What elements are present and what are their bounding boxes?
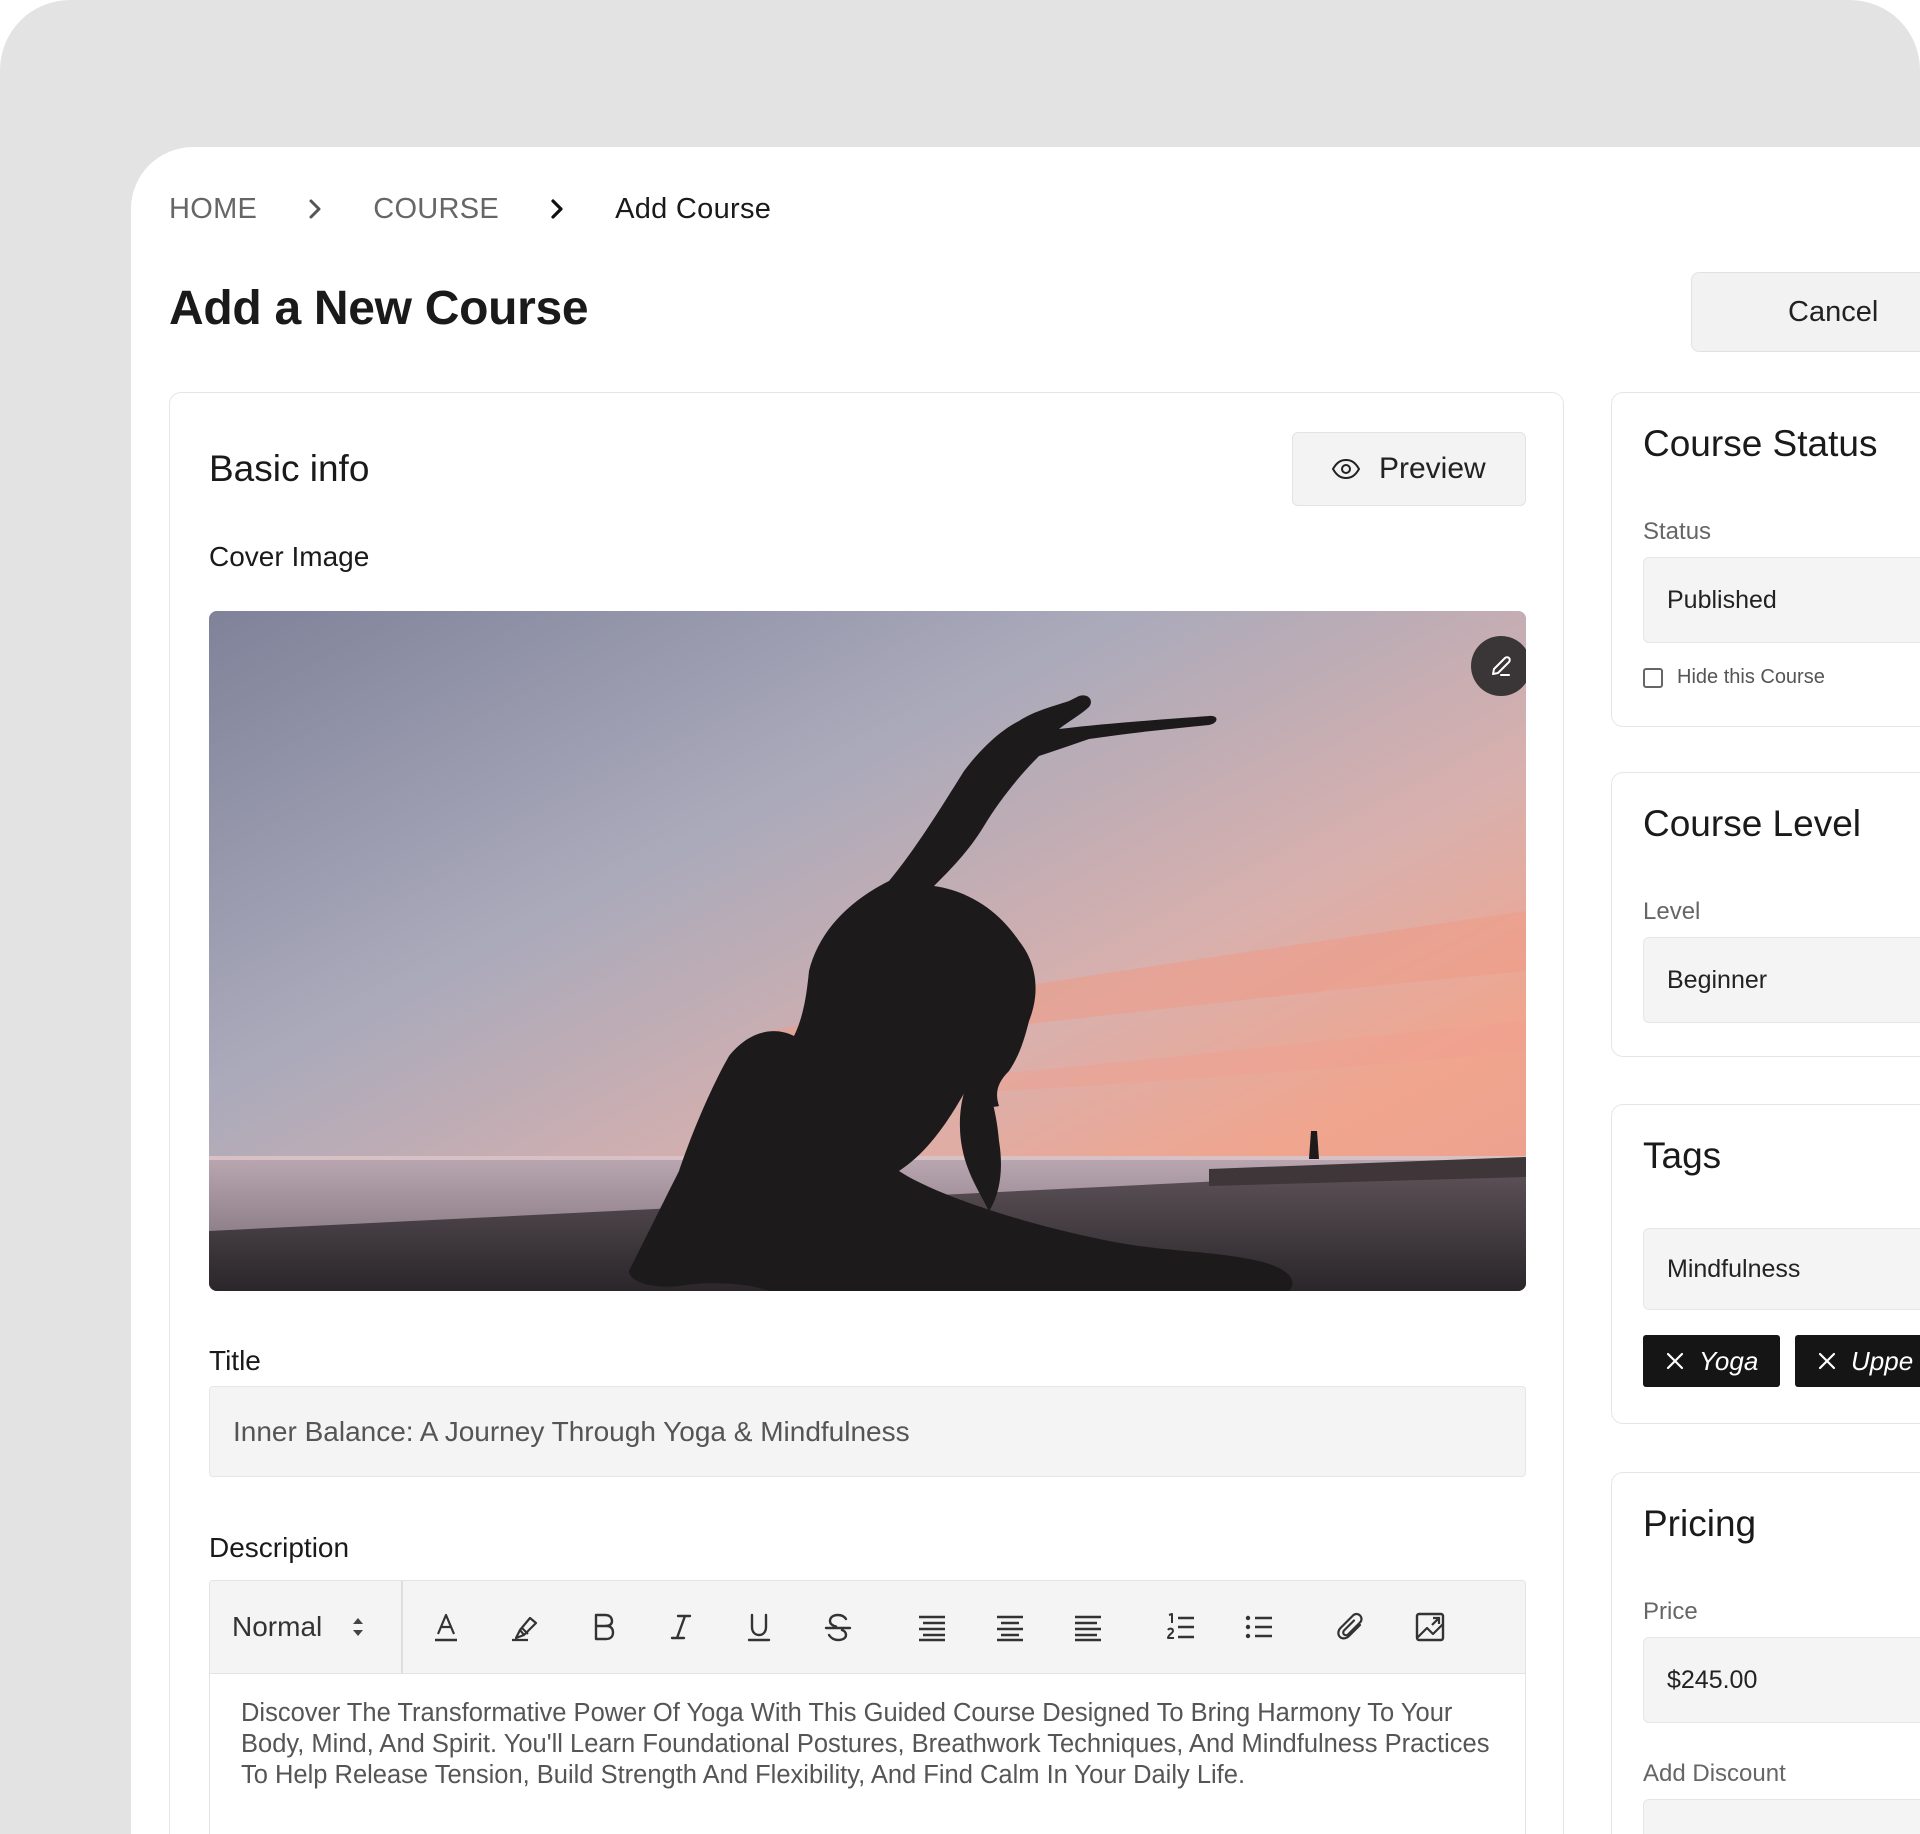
course-level-card: Course Level Level Beginner	[1611, 772, 1920, 1057]
editor-toolbar: Normal	[210, 1581, 1525, 1674]
tags-card: Tags Mindfulness Yoga Uppe	[1611, 1104, 1920, 1424]
app-window: HOME COURSE Add Course Add a New Course …	[131, 147, 1920, 1834]
description-text[interactable]: Discover The Transformative Power Of Yog…	[210, 1674, 1525, 1815]
description-label: Description	[209, 1532, 350, 1563]
title-label: Title	[209, 1345, 261, 1376]
cover-image-label: Cover Image	[209, 541, 370, 572]
tag-input[interactable]: Mindfulness	[1643, 1228, 1920, 1310]
pricing-card: Pricing Price $245.00 Add Discount	[1611, 1472, 1920, 1834]
course-status-card: Course Status Status Published Hide this…	[1611, 392, 1920, 727]
highlight-icon[interactable]	[506, 1608, 544, 1646]
hide-course-row[interactable]: Hide this Course	[1643, 666, 1825, 689]
ordered-list-icon[interactable]	[1162, 1608, 1200, 1646]
insert-image-icon[interactable]	[1411, 1608, 1449, 1646]
align-right-icon[interactable]	[1069, 1608, 1107, 1646]
chevron-right-icon	[299, 198, 331, 220]
close-icon[interactable]	[1665, 1351, 1685, 1371]
breadcrumb-course[interactable]: COURSE	[373, 193, 499, 226]
tag-chip: Uppe	[1795, 1335, 1920, 1387]
text-style-select[interactable]: Normal	[232, 1581, 366, 1673]
bold-icon[interactable]	[584, 1608, 622, 1646]
description-editor: Normal Discover The Transformative Power…	[209, 1580, 1526, 1834]
align-center-icon[interactable]	[991, 1608, 1029, 1646]
hide-course-label: Hide this Course	[1677, 666, 1825, 688]
level-label: Level	[1643, 898, 1701, 925]
page-title: Add a New Course	[169, 282, 589, 335]
level-select[interactable]: Beginner	[1643, 937, 1920, 1023]
tag-chip: Yoga	[1643, 1335, 1781, 1387]
cover-image[interactable]	[209, 611, 1526, 1291]
discount-input[interactable]	[1643, 1799, 1920, 1834]
pencil-icon	[1492, 656, 1511, 676]
underline-icon[interactable]	[740, 1608, 778, 1646]
course-level-heading: Course Level	[1643, 803, 1862, 844]
eye-icon	[1331, 458, 1361, 480]
status-label: Status	[1643, 518, 1712, 545]
basic-info-card: Basic info Preview Cover Image Title Inn…	[169, 392, 1564, 1834]
pricing-heading: Pricing	[1643, 1503, 1757, 1544]
cover-photo	[209, 611, 1526, 1291]
edit-image-button[interactable]	[1471, 636, 1526, 696]
course-title-input[interactable]: Inner Balance: A Journey Through Yoga & …	[209, 1386, 1526, 1477]
add-discount-label: Add Discount	[1643, 1760, 1786, 1787]
text-style-value: Normal	[232, 1611, 323, 1642]
tag-chip-label: Yoga	[1699, 1345, 1759, 1376]
toolbar-divider	[401, 1581, 403, 1673]
strikethrough-icon[interactable]	[819, 1608, 857, 1646]
breadcrumb-current: Add Course	[615, 192, 772, 225]
close-icon[interactable]	[1817, 1351, 1837, 1371]
hide-course-checkbox[interactable]	[1643, 667, 1663, 688]
align-left-icon[interactable]	[913, 1608, 951, 1646]
preview-label: Preview	[1379, 452, 1486, 485]
course-status-heading: Course Status	[1643, 423, 1878, 464]
basic-info-heading: Basic info	[209, 448, 370, 489]
cancel-button[interactable]: Cancel	[1691, 272, 1920, 352]
text-color-icon[interactable]	[427, 1608, 465, 1646]
breadcrumb-home[interactable]: HOME	[169, 193, 257, 226]
italic-icon[interactable]	[662, 1608, 700, 1646]
status-select[interactable]: Published	[1643, 557, 1920, 643]
tag-chip-label: Uppe	[1851, 1345, 1914, 1376]
price-label: Price	[1643, 1598, 1698, 1625]
tags-heading: Tags	[1643, 1135, 1722, 1176]
sort-arrows-icon	[353, 1618, 364, 1636]
breadcrumb: HOME COURSE Add Course	[169, 189, 771, 229]
chevron-right-icon	[541, 198, 573, 220]
bullet-list-icon[interactable]	[1240, 1608, 1278, 1646]
preview-button[interactable]: Preview	[1292, 432, 1526, 506]
price-input[interactable]: $245.00	[1643, 1637, 1920, 1723]
attach-icon[interactable]	[1332, 1608, 1370, 1646]
